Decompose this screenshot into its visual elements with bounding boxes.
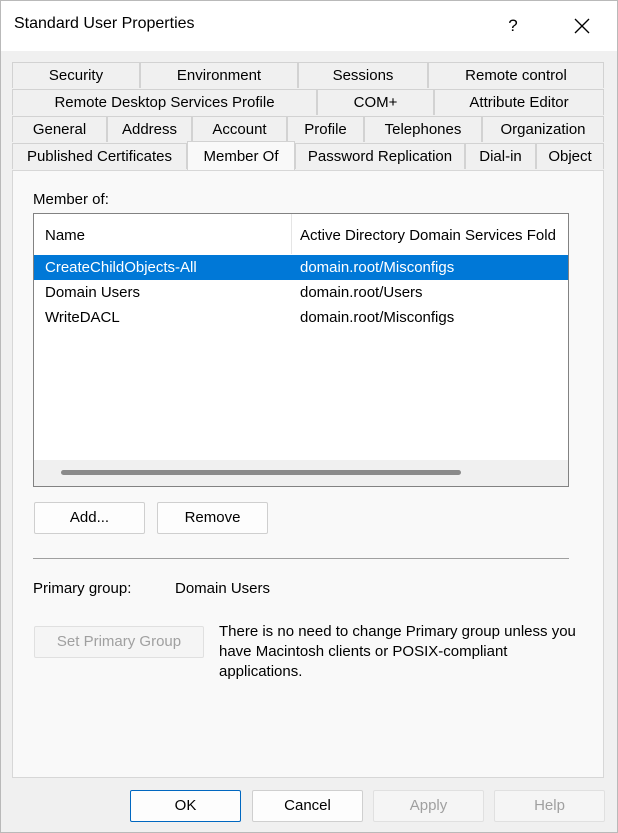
remove-button[interactable]: Remove: [157, 502, 268, 534]
scrollbar-thumb[interactable]: [61, 470, 461, 475]
tab-security[interactable]: Security: [12, 62, 140, 88]
list-header: Name Active Directory Domain Services Fo…: [34, 214, 568, 254]
close-button[interactable]: [563, 9, 601, 43]
tab-published-certificates[interactable]: Published Certificates: [12, 143, 187, 169]
tab-strip: Security Environment Sessions Remote con…: [12, 62, 604, 170]
group-folder: domain.root/Misconfigs: [300, 309, 455, 326]
window-title: Standard User Properties: [14, 15, 195, 32]
tab-dial-in[interactable]: Dial-in: [465, 143, 536, 169]
list-item[interactable]: Domain Users domain.root/Users: [34, 280, 568, 305]
tab-general[interactable]: General: [12, 116, 107, 142]
close-icon: [574, 18, 590, 34]
group-folder: domain.root/Users: [300, 284, 423, 301]
tab-environment[interactable]: Environment: [140, 62, 298, 88]
title-bar: Standard User Properties ?: [1, 1, 617, 51]
tab-address[interactable]: Address: [107, 116, 192, 142]
group-folder: domain.root/Misconfigs: [300, 259, 455, 276]
tab-sessions[interactable]: Sessions: [298, 62, 428, 88]
member-of-list[interactable]: Name Active Directory Domain Services Fo…: [33, 213, 569, 487]
set-primary-group-button[interactable]: Set Primary Group: [34, 626, 204, 658]
group-name: Domain Users: [45, 284, 141, 301]
divider: [33, 558, 569, 559]
group-name: CreateChildObjects-All: [45, 259, 197, 276]
tab-profile[interactable]: Profile: [287, 116, 364, 142]
column-header-name[interactable]: Name: [34, 214, 291, 254]
tab-remote-control[interactable]: Remote control: [428, 62, 604, 88]
tab-com-plus[interactable]: COM+: [317, 89, 434, 115]
help-title-button[interactable]: ?: [495, 9, 531, 43]
member-of-label: Member of:: [33, 191, 109, 208]
tab-password-replication[interactable]: Password Replication: [295, 143, 465, 169]
tab-object[interactable]: Object: [536, 143, 604, 169]
tab-organization[interactable]: Organization: [482, 116, 604, 142]
primary-group-note: There is no need to change Primary group…: [219, 623, 576, 680]
apply-button[interactable]: Apply: [373, 790, 484, 822]
tab-remote-desktop-services-profile[interactable]: Remote Desktop Services Profile: [12, 89, 317, 115]
add-button[interactable]: Add...: [34, 502, 145, 534]
tab-account[interactable]: Account: [192, 116, 287, 142]
help-button[interactable]: Help: [494, 790, 605, 822]
primary-group-value: Domain Users: [175, 580, 271, 597]
ok-button[interactable]: OK: [130, 790, 241, 822]
list-item[interactable]: CreateChildObjects-All domain.root/Misco…: [34, 255, 568, 280]
tab-telephones[interactable]: Telephones: [364, 116, 482, 142]
group-name: WriteDACL: [45, 309, 120, 326]
tab-member-of[interactable]: Member Of: [187, 141, 295, 170]
horizontal-scrollbar[interactable]: [34, 460, 568, 486]
primary-group-label: Primary group:: [33, 580, 132, 597]
tab-attribute-editor[interactable]: Attribute Editor: [434, 89, 604, 115]
column-header-folder[interactable]: Active Directory Domain Services Fold: [292, 214, 568, 254]
cancel-button[interactable]: Cancel: [252, 790, 363, 822]
list-item[interactable]: WriteDACL domain.root/Misconfigs: [34, 305, 568, 330]
